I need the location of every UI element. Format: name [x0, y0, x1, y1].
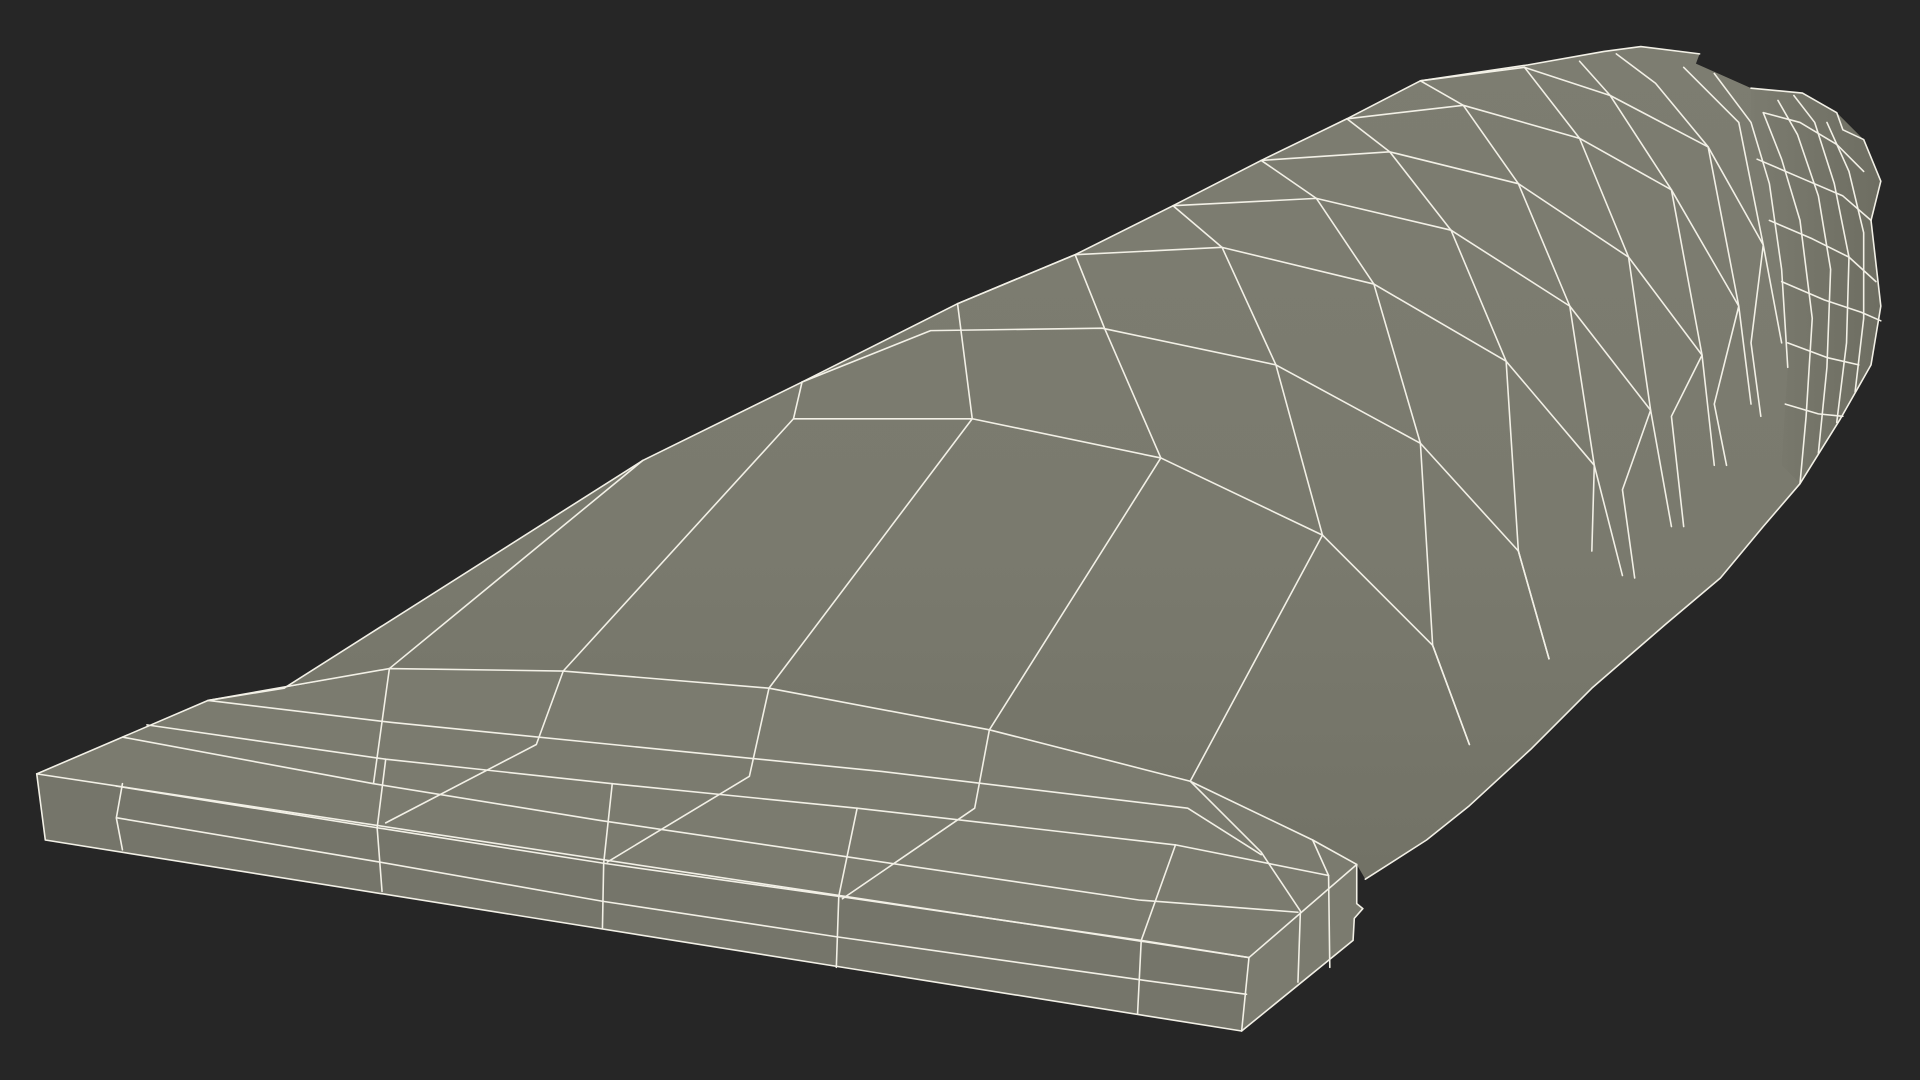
viewport [0, 0, 1920, 1080]
model-render [35, 45, 1882, 1032]
